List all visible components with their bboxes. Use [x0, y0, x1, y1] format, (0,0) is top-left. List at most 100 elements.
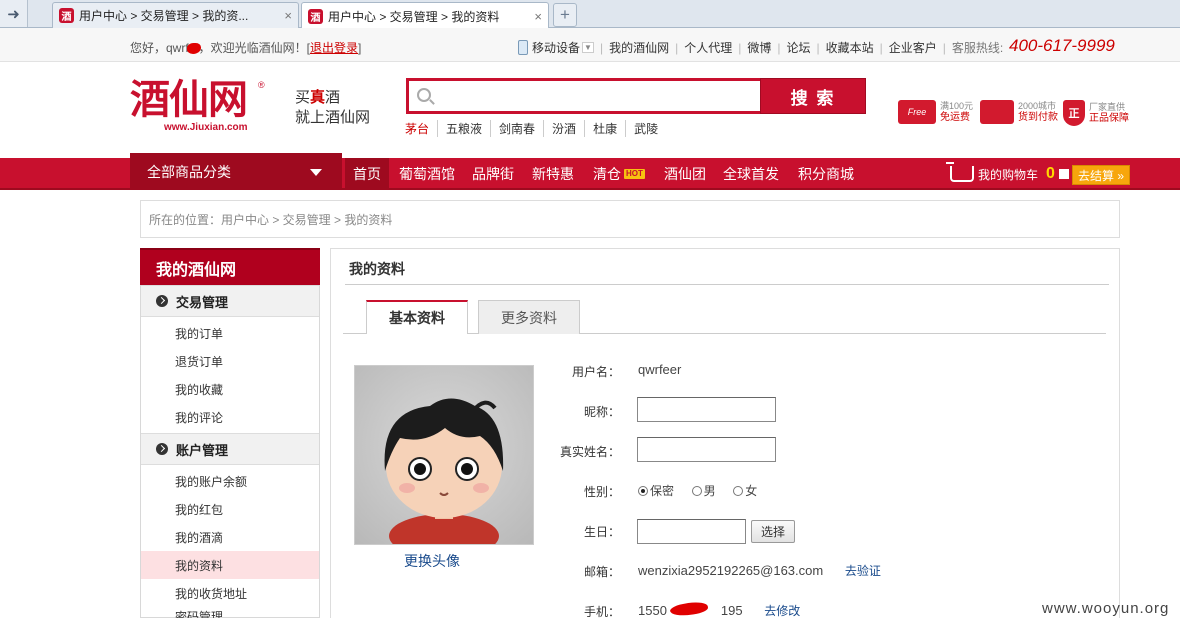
- sidebar-title: 我的酒仙网: [140, 248, 320, 285]
- top-link-enterprise[interactable]: 企业客户: [889, 39, 937, 56]
- search-button[interactable]: 搜 索: [760, 78, 866, 114]
- top-link-mobile[interactable]: 移动设备: [532, 39, 580, 56]
- sidebar-section-account[interactable]: 账户管理: [141, 433, 319, 465]
- cart-button[interactable]: 我的购物车 0: [946, 158, 1073, 190]
- nav-item-group[interactable]: 酒仙团: [664, 158, 706, 190]
- cart-icon: [946, 162, 974, 182]
- all-categories-menu[interactable]: 全部商品分类: [130, 153, 342, 190]
- nav-item-global[interactable]: 全球首发: [723, 158, 779, 190]
- gender-radio-male[interactable]: 男: [691, 482, 716, 499]
- greeting-prefix: 您好，qwrf: [130, 41, 189, 55]
- service-genuine: 正 厂家直供 正品保障: [1063, 100, 1129, 126]
- greeting-end: ]: [358, 41, 362, 55]
- divider: [345, 284, 1109, 285]
- sidebar-item-balance[interactable]: 我的账户余额: [141, 467, 319, 495]
- service-cod: 2000城市 货到付款: [980, 100, 1058, 124]
- nav-item-wine[interactable]: 葡萄酒馆: [399, 158, 455, 190]
- mobile-value: 1550 195 去修改: [638, 603, 801, 618]
- browser-tab[interactable]: 酒 用户中心 > 交易管理 > 我的资... ×: [52, 2, 299, 28]
- email-value: wenzixia2952192265@163.com 去验证: [638, 563, 881, 578]
- sidebar-item-password[interactable]: 密码管理: [141, 607, 319, 618]
- sidebar-item-orders[interactable]: 我的订单: [141, 319, 319, 347]
- top-link-bookmark[interactable]: 收藏本站: [826, 39, 874, 56]
- nav-item-clearance[interactable]: 清仓 HOT: [593, 158, 645, 190]
- realname-label: 真实姓名：: [559, 445, 620, 459]
- top-link-my-jiuxian[interactable]: 我的酒仙网: [609, 39, 669, 56]
- top-link-forum[interactable]: 论坛: [786, 39, 810, 56]
- cartoon-avatar-icon: [384, 398, 504, 558]
- hot-word-link[interactable]: 汾酒: [543, 120, 584, 137]
- chevron-down-icon: [310, 169, 322, 176]
- cart-label: 我的购物车: [978, 167, 1039, 182]
- logout-link[interactable]: 退出登录: [310, 41, 358, 55]
- chevron-down-icon[interactable]: [1058, 169, 1069, 179]
- birthday-label: 生日：: [583, 525, 620, 539]
- sidebar-item-reviews[interactable]: 我的评论: [141, 403, 319, 431]
- gender-radio-female[interactable]: 女: [733, 482, 757, 499]
- gender-label: 性别：: [583, 485, 620, 499]
- browser-tab-active[interactable]: 酒 用户中心 > 交易管理 > 我的资料 ×: [301, 2, 549, 29]
- sidebar-item-redpacket[interactable]: 我的红包: [141, 495, 319, 523]
- nav-item-points[interactable]: 积分商城: [798, 158, 854, 190]
- sidebar-item-favorites[interactable]: 我的收藏: [141, 375, 319, 403]
- checkout-button[interactable]: 去结算 »: [1072, 165, 1130, 185]
- site-favicon-icon: 酒: [308, 8, 323, 24]
- avatar: [354, 365, 534, 558]
- hot-word-link[interactable]: 五粮液: [437, 120, 490, 137]
- mobile-label: 手机：: [583, 605, 620, 618]
- date-pick-button[interactable]: 选择: [751, 520, 795, 543]
- verify-email-link[interactable]: 去验证: [845, 564, 881, 578]
- search-input[interactable]: [406, 78, 763, 114]
- greeting-suffix: ，欢迎光临酒仙网！[: [198, 41, 311, 55]
- hot-word-link[interactable]: 茅台: [405, 120, 437, 137]
- hot-search-words: 茅台 五粮液 剑南春 汾酒 杜康 武陵: [405, 120, 666, 137]
- hot-word-link[interactable]: 杜康: [584, 120, 625, 137]
- sidebar-toggle-icon[interactable]: ➜: [0, 0, 28, 27]
- new-tab-button[interactable]: +: [553, 3, 577, 27]
- realname-field[interactable]: [637, 437, 776, 462]
- browser-tab-title: 用户中心 > 交易管理 > 我的资料: [328, 9, 500, 24]
- top-link-agent[interactable]: 个人代理: [684, 39, 732, 56]
- hot-word-link[interactable]: 剑南春: [490, 120, 543, 137]
- hotline-number: 400-617-9999: [1009, 36, 1115, 55]
- tab-more-info[interactable]: 更多资料: [478, 300, 580, 334]
- nav-item-home[interactable]: 首页: [345, 158, 389, 190]
- chevron-right-icon: [156, 295, 168, 307]
- hot-badge: HOT: [624, 169, 645, 179]
- top-links: 移动设备 ▼ | 我的酒仙网 | 个人代理 | 微博 | 论坛 | 收藏本站 | 企业客户 |…: [518, 39, 1003, 56]
- username-value: qwrfeer: [638, 362, 682, 377]
- search-icon: [417, 88, 431, 102]
- close-tab-icon[interactable]: ×: [534, 9, 542, 24]
- hotline-label: 客服热线:: [951, 41, 1004, 55]
- cart-count: 0: [1046, 165, 1055, 182]
- edit-mobile-link[interactable]: 去修改: [764, 604, 800, 618]
- tab-basic-info[interactable]: 基本资料: [366, 300, 468, 334]
- birthday-field[interactable]: [637, 519, 746, 544]
- hot-word-link[interactable]: 武陵: [625, 120, 666, 137]
- logo-text-cn: 酒仙网: [130, 76, 248, 123]
- sidebar-item-profile[interactable]: 我的资料: [141, 551, 319, 579]
- welcome-text: 您好，qwrf ，欢迎光临酒仙网！[退出登录]: [130, 39, 361, 56]
- sidebar-item-address[interactable]: 我的收货地址: [141, 579, 319, 607]
- radio-icon: [733, 485, 744, 496]
- top-link-weibo[interactable]: 微博: [747, 39, 771, 56]
- radio-icon: [691, 485, 702, 496]
- sidebar-item-drops[interactable]: 我的酒滴: [141, 523, 319, 551]
- logo-registered: ®: [258, 80, 265, 90]
- page-title: 我的资料: [349, 261, 405, 277]
- site-logo[interactable]: 酒仙网 www.Jiuxian.com ®: [130, 80, 268, 135]
- service-free-shipping: Free 满100元 免运费: [898, 100, 973, 124]
- radio-selected-icon: [638, 485, 648, 496]
- chevron-right-icon: [156, 443, 168, 455]
- close-tab-icon[interactable]: ×: [284, 8, 292, 23]
- change-avatar-link[interactable]: 更换头像: [404, 551, 460, 571]
- gender-radio-secret[interactable]: 保密: [638, 482, 674, 499]
- nickname-field[interactable]: [637, 397, 776, 422]
- sidebar-item-returns[interactable]: 退货订单: [141, 347, 319, 375]
- sidebar-section-trade[interactable]: 交易管理: [141, 285, 319, 317]
- nav-item-deals[interactable]: 新特惠: [532, 158, 574, 190]
- chevron-down-icon[interactable]: ▼: [582, 42, 594, 53]
- site-favicon-icon: 酒: [59, 8, 74, 23]
- shield-icon: 正: [1063, 100, 1085, 126]
- nav-item-brands[interactable]: 品牌街: [472, 158, 514, 190]
